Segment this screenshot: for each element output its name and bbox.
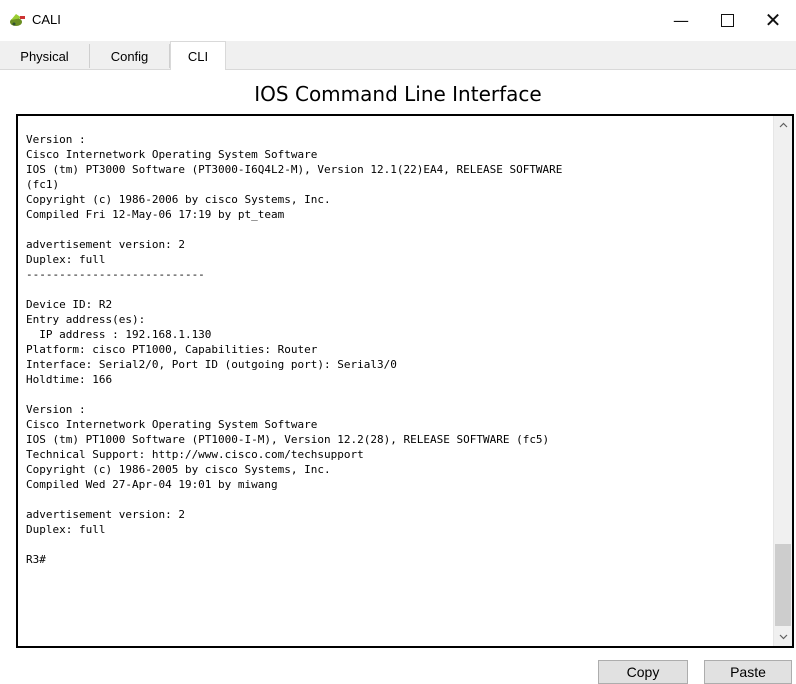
page-title: IOS Command Line Interface bbox=[254, 82, 542, 106]
scroll-thumb[interactable] bbox=[775, 544, 791, 626]
console-scrollbar[interactable] bbox=[773, 116, 792, 646]
title-bar: CALI — ✕ bbox=[0, 0, 796, 40]
minimize-icon: — bbox=[673, 10, 689, 30]
cisco-device-icon bbox=[8, 12, 26, 28]
close-icon: ✕ bbox=[764, 8, 782, 32]
scroll-down-icon[interactable] bbox=[774, 628, 792, 646]
console-output[interactable]: Version : Cisco Internetwork Operating S… bbox=[26, 132, 766, 567]
tab-config[interactable]: Config bbox=[90, 44, 170, 68]
close-button[interactable]: ✕ bbox=[750, 0, 796, 40]
maximize-icon bbox=[720, 13, 734, 27]
tab-bar: Physical Config CLI bbox=[0, 41, 796, 70]
window-title: CALI bbox=[32, 12, 61, 27]
tab-cli[interactable]: CLI bbox=[170, 41, 226, 70]
tab-physical[interactable]: Physical bbox=[0, 44, 90, 68]
paste-button[interactable]: Paste bbox=[704, 660, 792, 684]
maximize-button[interactable] bbox=[704, 0, 750, 40]
minimize-button[interactable]: — bbox=[658, 0, 704, 40]
copy-button[interactable]: Copy bbox=[598, 660, 688, 684]
cli-console[interactable]: Version : Cisco Internetwork Operating S… bbox=[16, 114, 794, 648]
scroll-up-icon[interactable] bbox=[774, 116, 792, 134]
